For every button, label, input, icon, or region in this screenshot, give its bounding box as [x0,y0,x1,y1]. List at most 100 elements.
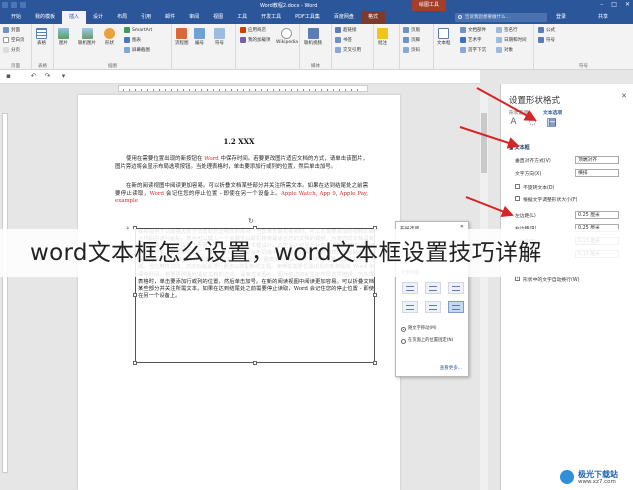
datetime-button[interactable]: 日期和时间 [496,37,527,43]
radio-fix-position[interactable]: 在页面上的位置固定(N) [401,338,467,344]
undo-quick-icon[interactable]: ↶ [30,73,37,80]
tab-text-options[interactable]: 文本选项 [543,109,562,116]
header-button[interactable]: 页眉 [403,27,420,33]
text-direction-row[interactable]: 文字方向(X) 横排 [515,169,630,178]
left-margin-row[interactable]: 左边距(L) 0.25 厘米 [515,211,630,220]
text-direction-select[interactable]: 横排 [575,169,619,177]
rotate-handle-icon[interactable]: ↻ [248,217,254,225]
wrap-topbottom-icon[interactable] [402,301,418,313]
tab-10[interactable]: 开发工具 [254,11,288,24]
symbol-button[interactable]: 符号 [214,28,225,46]
page-break-button[interactable]: 分页 [3,47,20,53]
left-margin-input[interactable]: 0.25 厘米 [575,211,619,219]
signin-link[interactable]: 登录 [556,11,566,24]
resize-handle[interactable] [133,361,137,365]
object-button[interactable]: 对象 [496,47,513,53]
bookmark-button[interactable]: 书签 [335,37,352,43]
store-button[interactable]: 应用商店 [240,27,266,33]
resize-handle[interactable] [373,293,377,297]
pane-close-icon[interactable]: ✕ [621,92,627,100]
equation-button[interactable]: 公式 [538,27,555,33]
picture-button[interactable]: 图片 [58,28,69,46]
redo-icon[interactable] [20,2,26,8]
save-icon[interactable] [2,2,8,8]
wrap-behind-icon[interactable] [425,301,441,313]
signature-button[interactable]: 签名行 [496,27,518,33]
number-button[interactable]: 编号 [194,28,205,46]
tab-7[interactable]: 审阅 [182,11,206,24]
textbox-button[interactable]: 文本框 [437,28,451,46]
tab-8[interactable]: 视图 [206,11,230,24]
quickparts-button[interactable]: 文档部件 [460,27,486,33]
online-video-button[interactable]: 联机视频 [304,28,322,46]
link-button[interactable]: 超链接 [335,27,357,33]
tab-9[interactable]: 工具 [230,11,254,24]
tab-1[interactable]: 我的模板 [28,11,62,24]
shape-button[interactable]: 形状 [104,28,115,46]
share-button[interactable]: 共享 [598,11,608,24]
tab-shape-options[interactable]: 形状选项 [509,109,528,116]
tab-6[interactable]: 邮件 [158,11,182,24]
document-page[interactable]: 1.2 XXX 使用在需要位置出现的新按钮在 Word 中保存时间。若要更改图片… [78,95,400,490]
wrap-square-icon[interactable] [402,282,418,294]
symbol2-button[interactable]: 符号 [538,37,555,43]
blank-page-button[interactable]: 空白页 [3,37,25,43]
tab-13[interactable]: 格式 [360,11,385,24]
textbox-layout-icon[interactable]: ▤ [547,118,557,128]
picture-icon [58,28,69,39]
wordart-icon [460,37,466,43]
vruler-bar[interactable] [2,113,8,473]
resize-handle[interactable] [253,361,257,365]
vertical-align-row[interactable]: 垂直对齐方式(V) 顶端对齐 [515,156,630,165]
see-more-link[interactable]: 查看更多... [440,365,462,371]
table-button[interactable]: 表格 [36,28,47,46]
no-rotate-checkbox[interactable]: 不旋转文本(D) [515,183,630,192]
vertical-align-select[interactable]: 顶端对齐 [575,156,619,164]
vertical-scrollbar[interactable] [480,93,488,490]
scroll-thumb[interactable] [481,113,487,173]
wrap-through-icon[interactable] [448,282,464,294]
resize-handle[interactable] [133,293,137,297]
page-number-button[interactable]: 页码 [403,47,420,53]
tab-4[interactable]: 布局 [110,11,134,24]
wikipedia-button[interactable]: Wikipedia [276,28,298,45]
screenshot-button[interactable]: 屏幕截图 [124,47,150,53]
tell-me-search[interactable]: 告诉我您想要做什么... [455,13,547,22]
tab-2[interactable]: 插入 [62,11,87,24]
wordart-button[interactable]: 艺术字 [460,37,482,43]
crossref-button[interactable]: 交叉引用 [335,47,361,53]
ruler-bar[interactable] [118,85,368,92]
flowchart-button[interactable]: 流程图 [175,28,189,46]
comment-button[interactable]: 批注 [377,28,388,46]
paragraph-2[interactable]: 在新的阅读视图中阅读更加容易。可以折叠文档某些部分并关注所需文本。如果在达到结尾… [115,183,368,206]
maximize-icon[interactable]: □ [611,1,617,8]
paragraph-1[interactable]: 使用在需要位置出现的新按钮在 Word 中保存时间。若要更改图片适应文档的方式，… [115,156,368,171]
customize-quick-icon[interactable]: ▾ [60,73,67,80]
text-effects-icon[interactable]: ◌ [528,118,537,127]
footer-button[interactable]: 页脚 [403,37,420,43]
smartart-button[interactable]: SmartArt [124,27,152,33]
chart-button[interactable]: 图表 [124,37,141,43]
minimize-icon[interactable]: – [600,1,603,8]
section-textbox[interactable]: ◢ 文本框 [509,144,530,151]
text-fill-icon[interactable]: A [509,118,518,127]
tab-3[interactable]: 设计 [86,11,110,24]
close-window-icon[interactable]: ✕ [625,1,630,8]
save-quick-icon[interactable]: ▪ [5,73,12,80]
redo-quick-icon[interactable]: ↷ [44,73,51,80]
undo-icon[interactable] [11,2,17,8]
radio-move-with-text[interactable]: 随文字移动(M) [401,326,467,332]
tab-5[interactable]: 引用 [134,11,158,24]
wrap-front-icon[interactable] [448,301,464,313]
resize-handle[interactable] [373,361,377,365]
tab-11[interactable]: PDF工具集 [288,11,327,24]
dropcap-button[interactable]: 首字下沉 [460,47,486,53]
group-table: 表格 表格 [32,24,54,70]
tab-0[interactable]: 开始 [4,11,28,24]
wrap-tight-icon[interactable] [425,282,441,294]
online-picture-button[interactable]: 联机图片 [78,28,96,46]
my-addins-button[interactable]: 我的加载项 [240,37,271,43]
autofit-checkbox[interactable]: 根据文字调整形状大小(F) [515,195,630,204]
cover-button[interactable]: 封面 [3,27,20,33]
tab-12[interactable]: 百度网盘 [327,11,361,24]
